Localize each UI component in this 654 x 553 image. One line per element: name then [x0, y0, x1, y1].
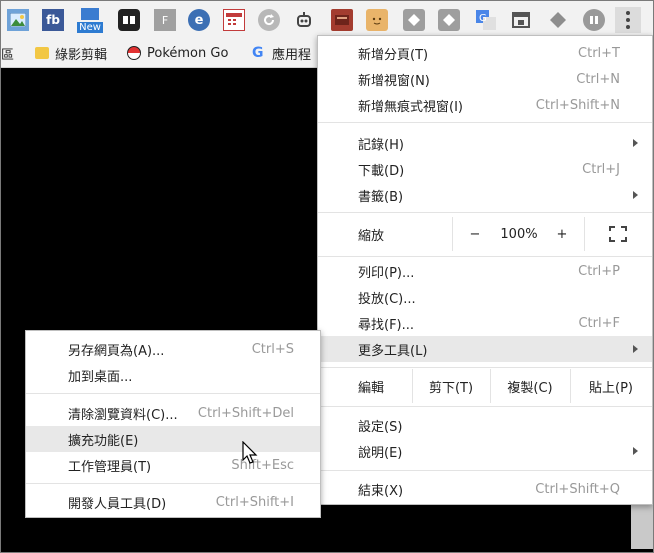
- menu-separator: [318, 256, 652, 257]
- new-badge: New: [77, 21, 103, 33]
- fullscreen-button[interactable]: [584, 217, 652, 251]
- bookmark-item[interactable]: 區: [1, 43, 14, 63]
- window-extension-icon[interactable]: [510, 9, 532, 31]
- menu-more-tools[interactable]: 更多工具(L): [318, 336, 652, 362]
- submenu-clear-data[interactable]: 清除瀏覽資料(C)... Ctrl+Shift+Del: [26, 400, 320, 426]
- menu-downloads[interactable]: 下載(D) Ctrl+J: [318, 156, 652, 182]
- f-extension-icon[interactable]: F: [154, 9, 176, 31]
- kebab-menu-icon: [626, 11, 630, 29]
- chrome-menu-button[interactable]: [615, 7, 641, 33]
- svg-text:G: G: [479, 13, 487, 24]
- menu-print[interactable]: 列印(P)... Ctrl+P: [318, 258, 652, 284]
- robot-extension-icon[interactable]: [293, 9, 315, 31]
- extensions-toolbar: fb New F e G: [1, 1, 653, 39]
- calendar-extension-icon[interactable]: [223, 9, 245, 31]
- menu-exit[interactable]: 結束(X) Ctrl+Shift+Q: [318, 476, 652, 502]
- menu-edit-row: 編輯 剪下(T) 複製(C) 貼上(P): [318, 369, 652, 403]
- scrollbar-thumb[interactable]: [631, 501, 653, 549]
- face-extension-icon[interactable]: [366, 9, 388, 31]
- pokeball-icon: [127, 46, 141, 60]
- zoom-in-button[interactable]: +: [540, 217, 584, 251]
- bookmark-item[interactable]: Pokémon Go: [127, 43, 228, 63]
- menu-zoom-row: 縮放 − 100% +: [318, 217, 652, 251]
- mouse-cursor-icon: [242, 441, 258, 464]
- menu-settings[interactable]: 設定(S): [318, 412, 652, 438]
- copy-button[interactable]: 複製(C): [490, 369, 570, 403]
- submenu-arrow-icon: [633, 447, 638, 455]
- fullscreen-icon: [609, 226, 627, 242]
- redbook-extension-icon[interactable]: [331, 9, 353, 31]
- diamond2-extension-icon[interactable]: [438, 9, 460, 31]
- zoom-out-button[interactable]: −: [452, 217, 498, 251]
- menu-separator: [318, 212, 652, 213]
- menu-cast[interactable]: 投放(C)...: [318, 284, 652, 310]
- dots-extension-icon[interactable]: [118, 9, 140, 31]
- google-icon: G: [252, 45, 264, 61]
- menu-separator: [26, 483, 320, 484]
- submenu-save-page[interactable]: 另存網頁為(A)... Ctrl+S: [26, 336, 320, 362]
- pause-extension-icon[interactable]: [583, 9, 605, 31]
- zoom-level: 100%: [500, 226, 538, 242]
- bookmark-item[interactable]: G 應用程: [252, 43, 311, 63]
- menu-history[interactable]: 記錄(H): [318, 130, 652, 156]
- submenu-task-manager[interactable]: 工作管理員(T) Shift+Esc: [26, 452, 320, 478]
- fb-extension-icon[interactable]: fb: [42, 9, 64, 31]
- refresh-extension-icon[interactable]: [258, 9, 280, 31]
- layers-extension-icon[interactable]: [547, 9, 569, 31]
- menu-help[interactable]: 說明(E): [318, 438, 652, 464]
- menu-separator: [318, 406, 652, 407]
- menu-new-window[interactable]: 新增視窗(N) Ctrl+N: [318, 66, 652, 92]
- menu-separator: [318, 367, 652, 368]
- paste-button[interactable]: 貼上(P): [570, 369, 652, 403]
- submenu-extensions[interactable]: 擴充功能(E): [26, 426, 320, 452]
- e-extension-icon[interactable]: e: [188, 9, 210, 31]
- menu-separator: [26, 393, 320, 394]
- cut-button[interactable]: 剪下(T): [412, 369, 490, 403]
- more-tools-submenu: 另存網頁為(A)... Ctrl+S 加到桌面... 清除瀏覽資料(C)... …: [25, 330, 321, 518]
- browser-window: fb New F e G 區 綠影剪輯 Pokémon Go G 應用程 新增分…: [0, 0, 654, 553]
- photo-extension-icon[interactable]: [7, 9, 29, 31]
- menu-separator: [318, 470, 652, 471]
- menu-new-tab[interactable]: 新增分頁(T) Ctrl+T: [318, 40, 652, 66]
- submenu-dev-tools[interactable]: 開發人員工具(D) Ctrl+Shift+I: [26, 489, 320, 515]
- submenu-arrow-icon: [633, 345, 638, 353]
- translate-extension-icon[interactable]: G: [475, 9, 497, 31]
- submenu-add-desktop[interactable]: 加到桌面...: [26, 362, 320, 388]
- chrome-main-menu: 新增分頁(T) Ctrl+T 新增視窗(N) Ctrl+N 新增無痕式視窗(I)…: [317, 35, 653, 505]
- bookmark-folder[interactable]: 綠影剪輯: [35, 43, 107, 63]
- menu-separator: [318, 122, 652, 123]
- menu-find[interactable]: 尋找(F)... Ctrl+F: [318, 310, 652, 336]
- new-extension-icon[interactable]: New: [77, 5, 103, 35]
- folder-icon: [35, 47, 49, 59]
- diamond-extension-icon[interactable]: [403, 9, 425, 31]
- submenu-arrow-icon: [633, 139, 638, 147]
- menu-new-incognito[interactable]: 新增無痕式視窗(I) Ctrl+Shift+N: [318, 92, 652, 118]
- menu-bookmarks[interactable]: 書籤(B): [318, 182, 652, 208]
- submenu-arrow-icon: [633, 191, 638, 199]
